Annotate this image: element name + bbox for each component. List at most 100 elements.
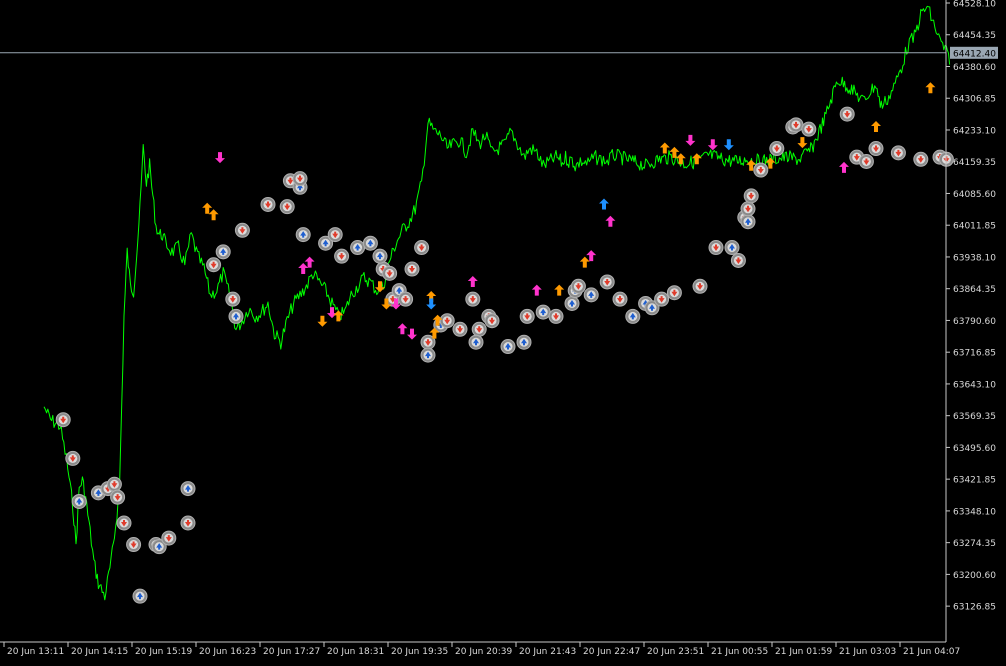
price-line bbox=[43, 5, 951, 601]
chart-svg[interactable]: 64412.40 64528.10 64454.35 64380.60 64306.8… bbox=[0, 0, 1006, 662]
trade-marker-sell bbox=[868, 141, 884, 157]
trade-marker-sell bbox=[666, 285, 682, 301]
trade-marker-buy bbox=[625, 308, 641, 324]
trade-marker-buy bbox=[564, 295, 580, 311]
trade-marker-sell bbox=[484, 313, 500, 329]
signal-arrow-up-icon bbox=[298, 263, 309, 275]
trade-marker-sell bbox=[858, 153, 874, 169]
y-tick-label: 63421.85 bbox=[953, 476, 996, 486]
trade-marker-sell bbox=[398, 291, 414, 307]
trade-marker-buy bbox=[535, 304, 551, 320]
y-tick-label: 63348.10 bbox=[953, 507, 996, 517]
x-tick-label: 20 Jun 13:11 bbox=[7, 647, 64, 657]
trade-marker-sell bbox=[404, 261, 420, 277]
trade-marker-sell bbox=[890, 145, 906, 161]
trade-marker-sell bbox=[110, 489, 126, 505]
signal-arrow-down-icon bbox=[317, 315, 328, 327]
y-tick-label: 63200.60 bbox=[953, 571, 996, 581]
trade-marker-sell bbox=[471, 321, 487, 337]
trade-marker-sell bbox=[753, 162, 769, 178]
trade-marker-sell bbox=[913, 151, 929, 167]
trade-marker-buy bbox=[180, 481, 196, 497]
trade-marker-sell bbox=[548, 308, 564, 324]
signal-arrow-up-icon bbox=[669, 146, 680, 158]
trade-marker-sell bbox=[452, 321, 468, 337]
signal-arrow-up-icon bbox=[397, 323, 408, 335]
signal-arrow-down-icon bbox=[685, 134, 696, 146]
trade-marker-sell bbox=[225, 291, 241, 307]
signal-arrow-up-icon bbox=[599, 198, 609, 210]
trade-marker-sell bbox=[769, 141, 785, 157]
y-tick-label: 63790.60 bbox=[953, 317, 996, 327]
signal-arrow-down-icon bbox=[375, 281, 385, 293]
signal-arrow-up-icon bbox=[202, 202, 213, 214]
trade-marker-buy bbox=[372, 248, 388, 264]
y-tick-label: 63643.10 bbox=[953, 380, 996, 390]
signal-arrow-up-icon bbox=[208, 209, 219, 221]
y-tick-label: 64233.10 bbox=[953, 126, 996, 136]
trade-marker-buy bbox=[740, 214, 756, 230]
signal-arrow-up-icon bbox=[531, 284, 542, 296]
signal-arrow-up-icon bbox=[579, 256, 590, 268]
y-tick-label: 63274.35 bbox=[953, 539, 996, 549]
signal-arrow-up-icon bbox=[871, 121, 881, 133]
trade-marker-sell bbox=[55, 412, 71, 428]
trade-marker-buy bbox=[468, 334, 484, 350]
trade-marker-sell bbox=[180, 515, 196, 531]
current-price-tag: 64412.40 bbox=[950, 46, 998, 59]
signal-arrow-down-icon bbox=[407, 328, 417, 340]
y-tick-label: 64454.35 bbox=[953, 31, 996, 41]
axes-layer: 64528.10 64454.35 64380.60 64306.85 64233.10… bbox=[0, 0, 996, 657]
x-tick-label: 21 Jun 03:03 bbox=[839, 647, 896, 657]
y-tick-label: 63495.60 bbox=[953, 444, 996, 454]
current-price-label: 64412.40 bbox=[953, 49, 996, 59]
signal-arrow-up-icon bbox=[691, 153, 702, 165]
current-price-layer: 64412.40 bbox=[0, 46, 998, 59]
signal-arrow-up-icon bbox=[586, 250, 597, 262]
x-tick-label: 20 Jun 21:43 bbox=[519, 647, 576, 657]
trade-marker-buy bbox=[724, 240, 740, 256]
y-tick-label: 63938.10 bbox=[953, 253, 996, 263]
x-tick-label: 20 Jun 17:27 bbox=[263, 647, 320, 657]
trade-marker-sell bbox=[730, 252, 746, 268]
signal-arrow-up-icon bbox=[304, 256, 315, 268]
trade-marker-buy bbox=[516, 334, 532, 350]
trade-marker-sell bbox=[599, 274, 615, 290]
trade-marker-sell bbox=[206, 257, 222, 273]
signal-arrow-down-icon bbox=[723, 139, 734, 151]
y-tick-label: 63126.85 bbox=[953, 603, 996, 613]
trade-marker-sell bbox=[708, 240, 724, 256]
price-chart[interactable]: 64412.40 64528.10 64454.35 64380.60 64306.8… bbox=[0, 0, 1006, 662]
trade-marker-sell bbox=[414, 240, 430, 256]
trade-marker-sell bbox=[234, 222, 250, 238]
y-tick-label: 64306.85 bbox=[953, 95, 996, 105]
trade-marker-sell bbox=[126, 537, 142, 553]
trade-marker-sell bbox=[692, 278, 708, 294]
trade-marker-sell bbox=[612, 291, 628, 307]
trade-marker-buy bbox=[350, 240, 366, 256]
x-tick-label: 20 Jun 23:51 bbox=[647, 647, 704, 657]
trade-marker-sell bbox=[654, 291, 670, 307]
trade-marker-buy bbox=[362, 235, 378, 251]
x-tick-label: 20 Jun 20:39 bbox=[455, 647, 512, 657]
trade-marker-sell bbox=[260, 196, 276, 212]
x-tick-label: 20 Jun 22:47 bbox=[583, 647, 640, 657]
y-tick-label: 63569.35 bbox=[953, 412, 996, 422]
x-tick-label: 21 Jun 01:59 bbox=[775, 647, 832, 657]
signal-arrow-up-icon bbox=[839, 161, 849, 173]
trade-marker-sell bbox=[116, 515, 132, 531]
trade-marker-sell bbox=[519, 308, 535, 324]
trade-marker-sell bbox=[334, 248, 350, 264]
trade-marker-sell bbox=[788, 117, 804, 133]
y-tick-label: 64380.60 bbox=[953, 63, 996, 73]
signal-arrow-up-icon bbox=[467, 275, 478, 287]
signal-arrow-up-icon bbox=[605, 215, 616, 227]
trade-marker-sell bbox=[839, 106, 855, 122]
signal-arrow-up-icon bbox=[554, 284, 565, 296]
trade-marker-buy bbox=[228, 308, 244, 324]
trade-marker-sell bbox=[161, 530, 177, 546]
signal-arrow-down-icon bbox=[426, 298, 437, 310]
trade-marker-buy bbox=[71, 493, 87, 509]
signal-arrow-down-icon bbox=[215, 152, 225, 164]
trade-marker-sell bbox=[743, 188, 759, 204]
